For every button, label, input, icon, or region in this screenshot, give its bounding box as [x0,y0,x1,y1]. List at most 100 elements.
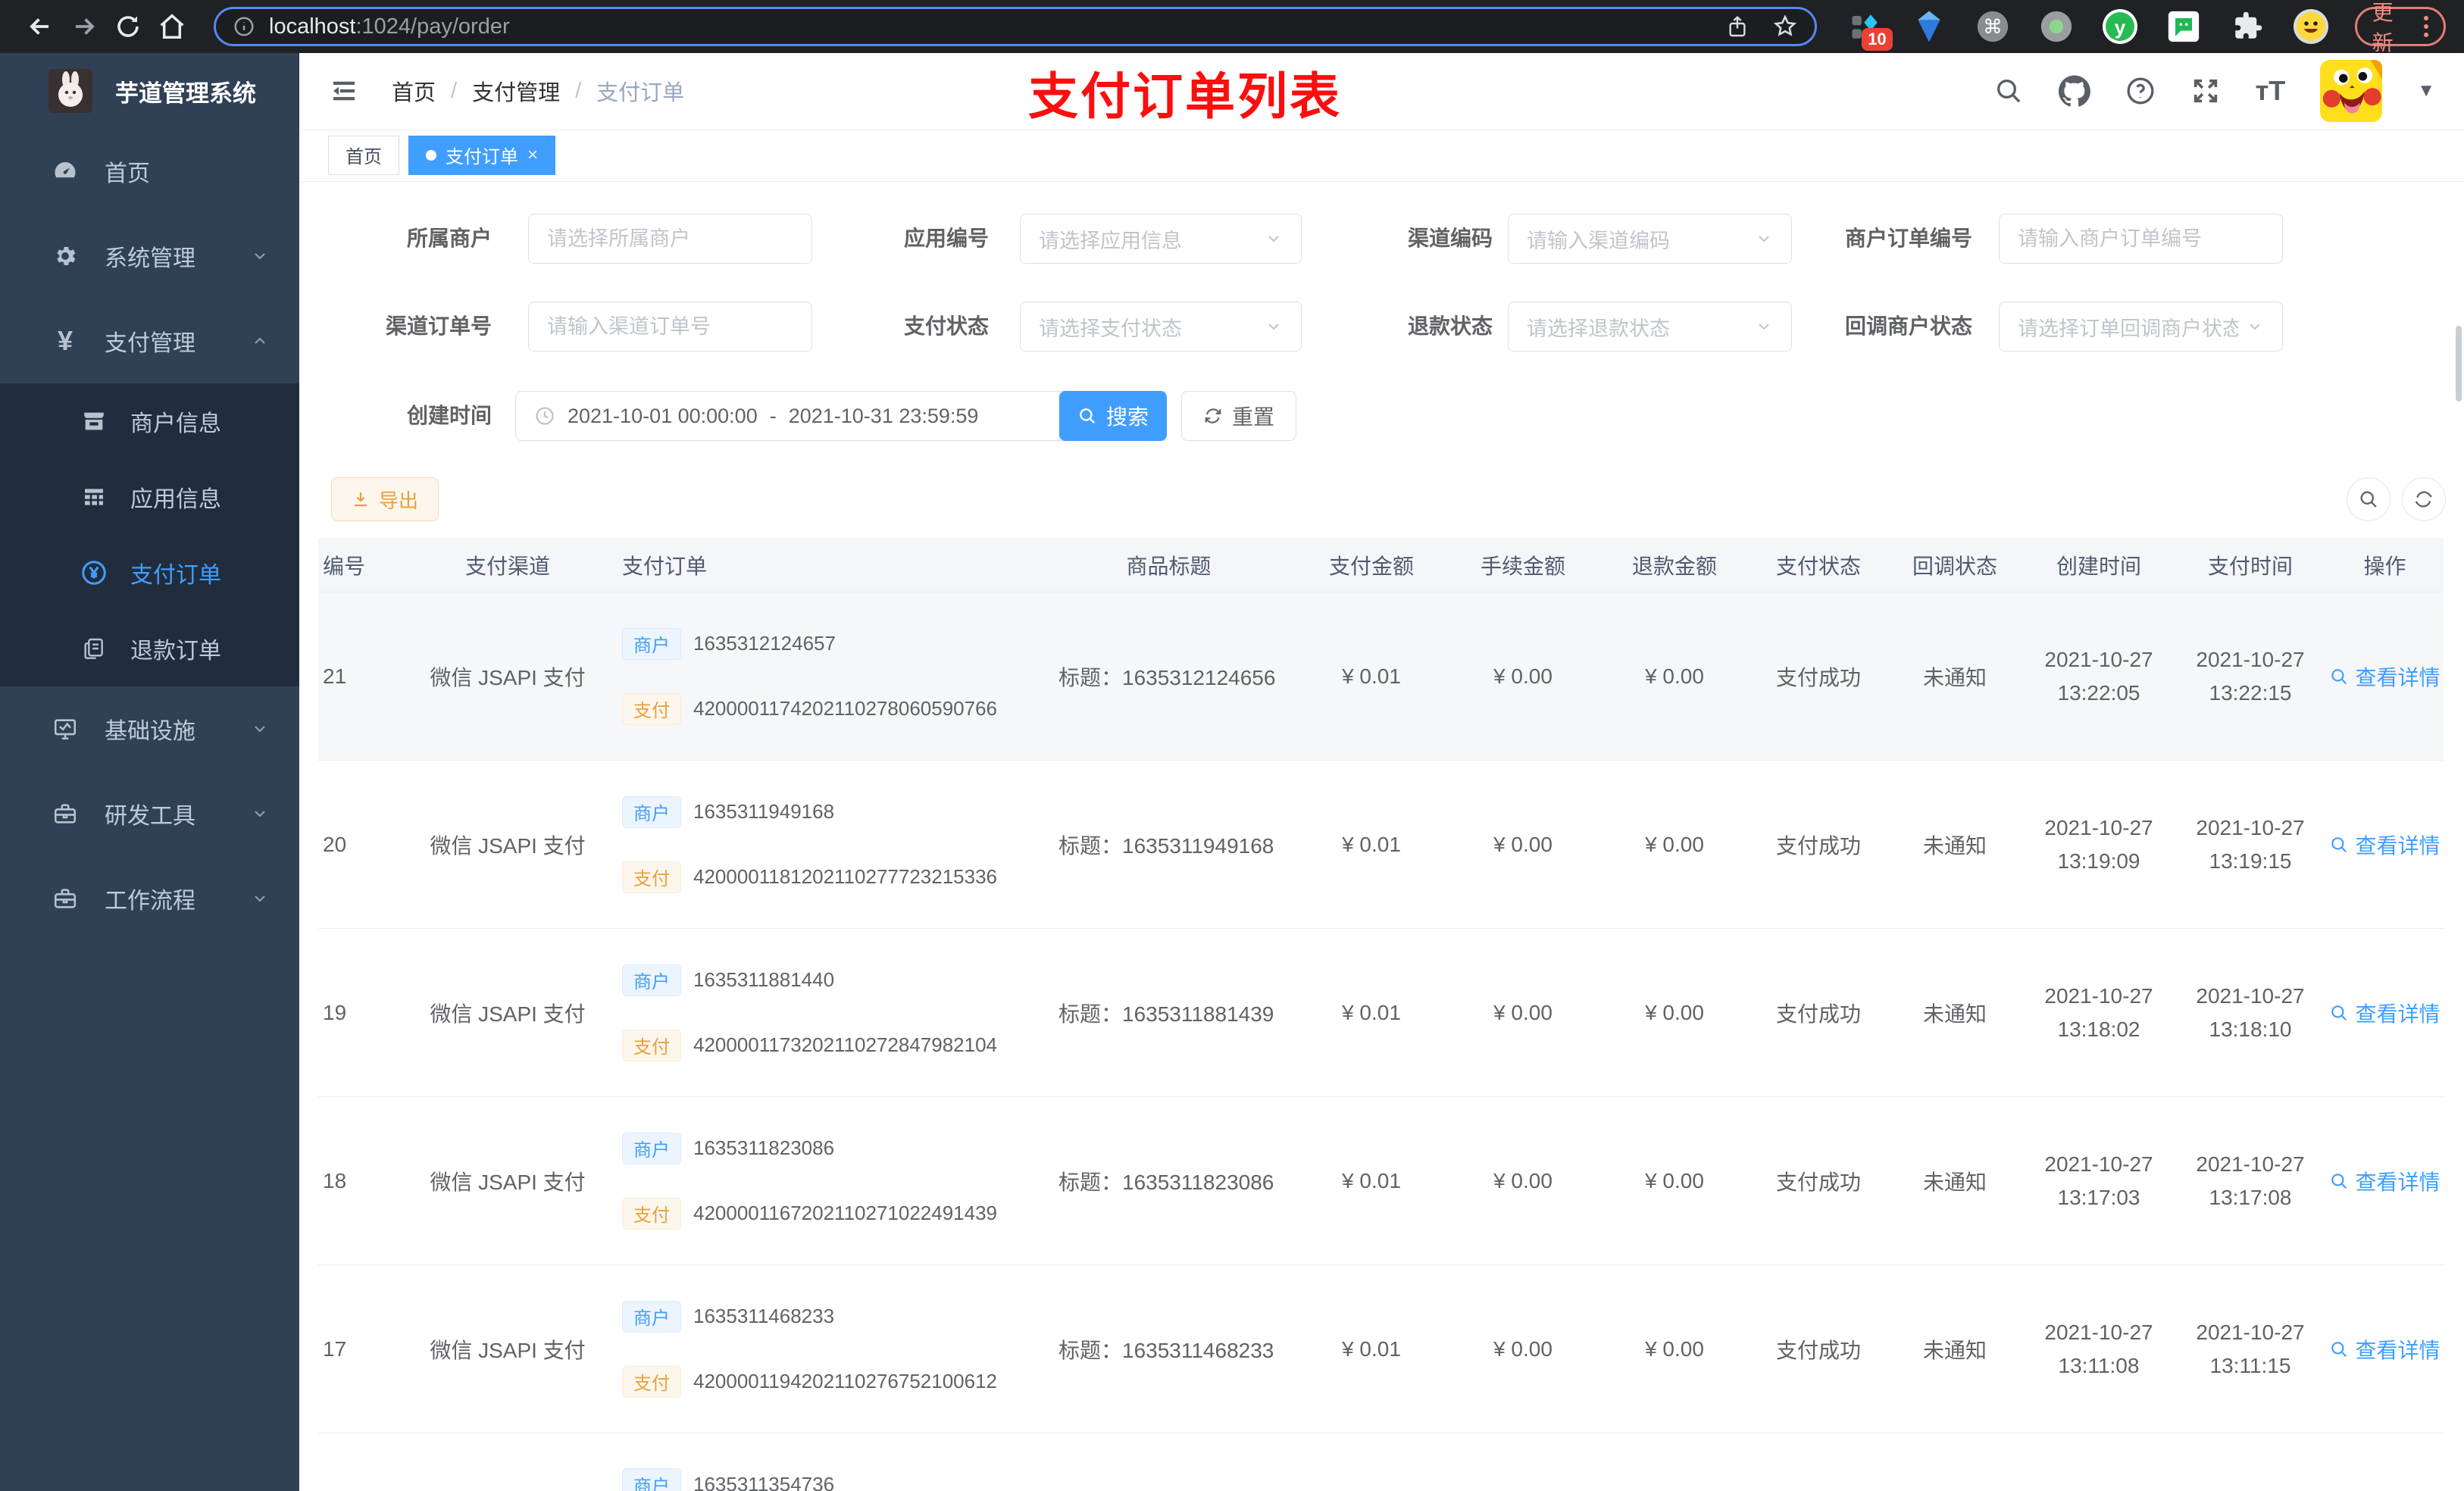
pay-tag: 支付 [622,1029,681,1061]
view-detail-link[interactable]: 查看详情 [2326,1097,2444,1264]
pay-status-filter-select[interactable]: 请选择支付状态 [1020,302,1302,352]
browser-menu-icon[interactable] [2424,16,2428,37]
search-button[interactable]: 搜索 [1059,391,1167,441]
sidebar-item-pay-order[interactable]: 支付订单 [0,535,299,611]
site-info-icon[interactable] [233,15,255,38]
pay-order-no: 4200001181202110277723215336 [693,865,998,888]
fee-amount: ¥ 0.00 [1493,664,1553,688]
callback-status-filter-select[interactable]: 请选择订单回调商户状态 [1999,302,2283,352]
pay-status: 支付成功 [1775,665,1861,689]
gear-icon [48,243,82,269]
table-row: 21 微信 JSAPI 支付 商户 1635312124657 支付 4200001… [318,592,2444,761]
view-detail-link[interactable]: 查看详情 [2326,929,2444,1096]
page-header: 首页 / 支付管理 / 支付订单 支付订单列表 ᴛT ▼ [299,53,2464,129]
show-search-toggle-button[interactable] [2347,477,2391,521]
page-annotation: 支付订单列表 [1028,68,1342,124]
merchant-order-no: 1635311881440 [693,968,835,991]
forward-icon[interactable] [62,5,106,48]
sidebar-item-app-info[interactable]: 应用信息 [0,459,299,535]
reset-button[interactable]: 重置 [1181,391,1296,441]
extension-chat-icon[interactable] [2165,8,2202,45]
merchant-order-no: 1635311949168 [693,800,835,823]
tab-home[interactable]: 首页 [328,135,399,175]
extension-command-icon[interactable]: ⌘ [1975,8,2011,45]
view-detail-link[interactable]: 查看详情 [2326,761,2444,928]
page-scrollbar[interactable] [2456,326,2462,402]
notify-status: 未通知 [1922,1002,1987,1026]
extension-emoji-icon[interactable] [2293,8,2329,45]
sidebar-item-system[interactable]: 系统管理 [0,214,299,299]
sidebar-item-home[interactable]: 首页 [0,129,299,214]
export-button[interactable]: 导出 [331,477,439,521]
github-icon[interactable] [2058,75,2090,107]
tab-pay-order[interactable]: 支付订单 × [408,135,556,175]
close-tab-icon[interactable]: × [527,145,538,166]
fee-amount: ¥ 0.00 [1493,832,1553,856]
address-bar[interactable]: localhost :1024/pay/order [214,7,1817,46]
yen-circle-icon [79,559,109,586]
merchant-order-filter-label: 商户订单编号 [1844,227,1972,250]
bookmark-star-icon[interactable] [1772,14,1798,39]
view-detail-link[interactable]: 查看详情 [2326,592,2444,760]
share-icon[interactable] [1725,14,1750,39]
app-logo[interactable]: 芋道管理系统 [0,53,299,129]
refresh-table-button[interactable] [2402,477,2446,521]
extensions-puzzle-icon[interactable] [2229,8,2265,45]
pay-order-cell: 商户 1635311354736 [610,1433,1042,1491]
view-detail-link[interactable]: 查看详情 [2326,1265,2444,1433]
breadcrumb-payment[interactable]: 支付管理 [472,75,560,107]
avatar-caret-icon[interactable]: ▼ [2417,80,2435,102]
merchant-tag: 商户 [622,1300,681,1333]
sidebar-item-infra[interactable]: 基础设施 [0,686,299,771]
extension-gem-icon[interactable] [1911,8,1947,45]
app-filter-label: 应用编号 [903,227,989,250]
avatar[interactable] [2320,60,2383,122]
chevron-up-icon [251,332,269,350]
extension-record-icon[interactable] [2038,8,2075,45]
update-button[interactable]: 更新 [2354,1,2446,55]
home-icon[interactable] [150,5,194,48]
pay-time: 2021-10-27 13:11:15 [2196,1320,2305,1377]
table-row-partial: 商户 1635311354736 [318,1433,2444,1491]
chevron-down-icon [251,889,269,908]
pay-tag: 支付 [622,861,681,893]
col-amount: 支付金额 [1328,554,1414,578]
fullscreen-icon[interactable] [2190,76,2221,106]
sidebar-item-devtools[interactable]: 研发工具 [0,771,299,856]
pay-status: 支付成功 [1775,833,1861,858]
fee-amount: ¥ 0.00 [1493,1000,1553,1024]
create-time: 2021-10-27 13:17:03 [2044,1152,2153,1209]
font-size-icon[interactable]: ᴛT [2256,75,2286,107]
extension-y-icon[interactable]: y [2102,8,2138,45]
extension-badge: 10 [1862,28,1893,51]
dashboard-icon [48,158,82,185]
payment-submenu: 商户信息 应用信息 支付订单 退款订单 [0,383,299,686]
merchant-order-filter-input[interactable] [1999,214,2283,264]
app-filter-select[interactable]: 请选择应用信息 [1020,214,1302,264]
pay-channel: 微信 JSAPI 支付 [430,665,586,689]
extension-tabs-icon[interactable]: 10 [1847,8,1893,51]
search-icon[interactable] [1993,76,2024,106]
collapse-sidebar-icon[interactable] [328,75,360,107]
sidebar-item-payment[interactable]: ¥ 支付管理 [0,299,299,383]
reload-icon[interactable] [106,5,150,48]
create-time-range-picker[interactable]: 2021-10-01 00:00:00 - 2021-10-31 23:59:5… [515,391,1080,441]
browser-toolbar: localhost :1024/pay/order 10 ⌘ y 更新 [0,0,2464,55]
notify-status: 未通知 [1922,1170,1987,1194]
table-row: 18 微信 JSAPI 支付 商户 1635311823086 支付 4200001… [318,1097,2444,1265]
pay-channel: 微信 JSAPI 支付 [430,1002,586,1026]
date-end: 2021-10-31 23:59:59 [788,404,979,427]
col-title: 商品标题 [1126,554,1212,578]
toolbox-icon [48,801,82,827]
sidebar-item-refund-order[interactable]: 退款订单 [0,611,299,686]
sidebar-item-merchant-info[interactable]: 商户信息 [0,383,299,459]
back-icon[interactable] [18,5,62,48]
sidebar-item-workflow[interactable]: 工作流程 [0,856,299,941]
chevron-down-icon [2246,317,2264,336]
pay-order-cell: 商户 1635311949168 支付 4200001181202110277723… [610,761,1042,928]
pay-amount: ¥ 0.01 [1342,1336,1401,1361]
help-icon[interactable] [2125,76,2156,106]
refund-amount: ¥ 0.00 [1645,832,1704,856]
merchant-tag: 商户 [622,1468,681,1491]
breadcrumb-home[interactable]: 首页 [392,75,436,107]
